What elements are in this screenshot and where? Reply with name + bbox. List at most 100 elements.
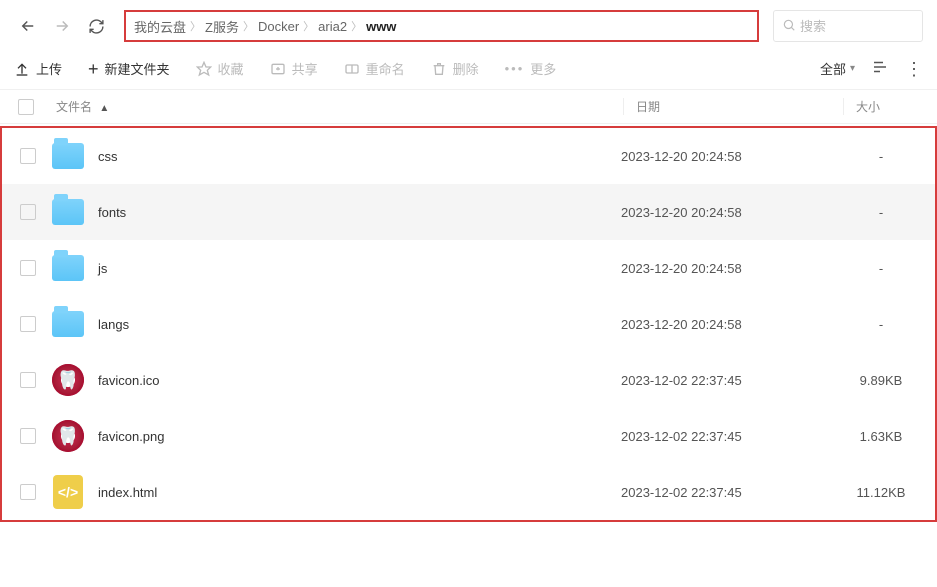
file-date: 2023-12-02 22:37:45 [621,429,841,444]
delete-label: 删除 [453,59,479,78]
file-size: - [841,149,921,164]
folder-icon [52,255,84,281]
new-folder-label: 新建文件夹 [105,59,170,78]
chevron-down-icon: ▾ [850,63,855,74]
file-icon-cell: </> [50,474,86,510]
chevron-right-icon: 〉 [190,18,201,34]
breadcrumb-item-2[interactable]: Docker [258,19,299,34]
folder-icon [52,143,84,169]
file-name[interactable]: css [98,149,621,164]
upload-label: 上传 [36,59,62,78]
file-row[interactable]: 🦷 favicon.png2023-12-02 22:37:451.63KB [2,408,935,464]
file-row[interactable]: langs2023-12-20 20:24:58- [2,296,935,352]
upload-icon [14,61,30,77]
file-size: - [841,317,921,332]
refresh-button[interactable] [82,12,110,40]
kebab-menu-button[interactable]: ⋮ [905,60,923,78]
breadcrumb-path: 我的云盘 〉 Z服务 〉 Docker 〉 aria2 〉 www [124,10,759,42]
file-name[interactable]: js [98,261,621,276]
more-label: 更多 [530,59,556,78]
breadcrumb-item-current[interactable]: www [366,19,396,34]
file-size: 1.63KB [841,429,921,444]
breadcrumb-item-root[interactable]: 我的云盘 [134,17,186,36]
file-icon-cell: 🦷 [50,362,86,398]
row-checkbox[interactable] [20,316,36,332]
file-size: - [841,205,921,220]
favorite-label: 收藏 [218,59,244,78]
chevron-right-icon: 〉 [243,18,254,34]
share-icon [270,61,286,77]
refresh-icon [88,18,105,35]
rename-label: 重命名 [366,59,405,78]
more-button[interactable]: ••• 更多 [505,59,557,78]
row-checkbox[interactable] [20,372,36,388]
chevron-right-icon: 〉 [303,18,314,34]
view-toggle-button[interactable] [871,58,889,79]
file-date: 2023-12-02 22:37:45 [621,373,841,388]
search-icon [782,18,796,35]
file-date: 2023-12-20 20:24:58 [621,317,841,332]
forward-button[interactable] [48,12,76,40]
folder-icon [52,311,84,337]
column-header-size[interactable]: 大小 [843,98,923,115]
file-size: 11.12KB [841,485,921,500]
toolbar: 上传 + 新建文件夹 收藏 共享 重命名 删除 ••• 更多 全部 ▾ ⋮ [0,52,937,90]
folder-icon [52,199,84,225]
back-button[interactable] [14,12,42,40]
row-checkbox[interactable] [20,428,36,444]
file-size: - [841,261,921,276]
search-input[interactable] [800,19,914,34]
file-size: 9.89KB [841,373,921,388]
favorite-button[interactable]: 收藏 [196,59,244,78]
column-header-name[interactable]: 文件名 ▲ [56,98,109,115]
file-icon-cell: 🦷 [50,418,86,454]
row-checkbox[interactable] [20,484,36,500]
file-date: 2023-12-02 22:37:45 [621,485,841,500]
breadcrumb-item-3[interactable]: aria2 [318,19,347,34]
arrow-left-icon [19,17,37,35]
toolbar-right: 全部 ▾ ⋮ [820,58,923,79]
share-label: 共享 [292,59,318,78]
file-date: 2023-12-20 20:24:58 [621,205,841,220]
rename-button[interactable]: 重命名 [344,59,405,78]
file-name[interactable]: index.html [98,485,621,500]
file-list: css2023-12-20 20:24:58-fonts2023-12-20 2… [0,126,937,522]
column-header-date[interactable]: 日期 [623,98,843,115]
chevron-right-icon: 〉 [351,18,362,34]
file-name[interactable]: favicon.png [98,429,621,444]
file-name[interactable]: fonts [98,205,621,220]
dots-icon: ••• [505,61,525,76]
star-icon [196,61,212,77]
favicon-image-icon: 🦷 [52,364,84,396]
trash-icon [431,61,447,77]
breadcrumb-item-1[interactable]: Z服务 [205,17,239,36]
file-row[interactable]: </> index.html2023-12-02 22:37:4511.12KB [2,464,935,520]
row-checkbox[interactable] [20,260,36,276]
delete-button[interactable]: 删除 [431,59,479,78]
top-bar: 我的云盘 〉 Z服务 〉 Docker 〉 aria2 〉 www [0,0,937,52]
file-name[interactable]: favicon.ico [98,373,621,388]
sort-ascending-icon: ▲ [99,103,109,114]
file-name[interactable]: langs [98,317,621,332]
file-row[interactable]: 🦷 favicon.ico2023-12-02 22:37:459.89KB [2,352,935,408]
column-header-row: 文件名 ▲ 日期 大小 [0,90,937,124]
plus-icon: + [88,60,99,78]
share-button[interactable]: 共享 [270,59,318,78]
file-row[interactable]: js2023-12-20 20:24:58- [2,240,935,296]
filter-label: 全部 [820,59,846,78]
html-file-icon: </> [53,475,83,509]
search-box[interactable] [773,10,923,42]
upload-button[interactable]: 上传 [14,59,62,78]
new-folder-button[interactable]: + 新建文件夹 [88,59,170,78]
favicon-image-icon: 🦷 [52,420,84,452]
row-checkbox[interactable] [20,148,36,164]
filter-select[interactable]: 全部 ▾ [820,59,855,78]
file-date: 2023-12-20 20:24:58 [621,261,841,276]
file-row[interactable]: css2023-12-20 20:24:58- [2,128,935,184]
row-checkbox[interactable] [20,204,36,220]
select-all-checkbox[interactable] [18,99,34,115]
file-icon-cell [50,138,86,174]
file-date: 2023-12-20 20:24:58 [621,149,841,164]
file-row[interactable]: fonts2023-12-20 20:24:58- [2,184,935,240]
file-icon-cell [50,306,86,342]
